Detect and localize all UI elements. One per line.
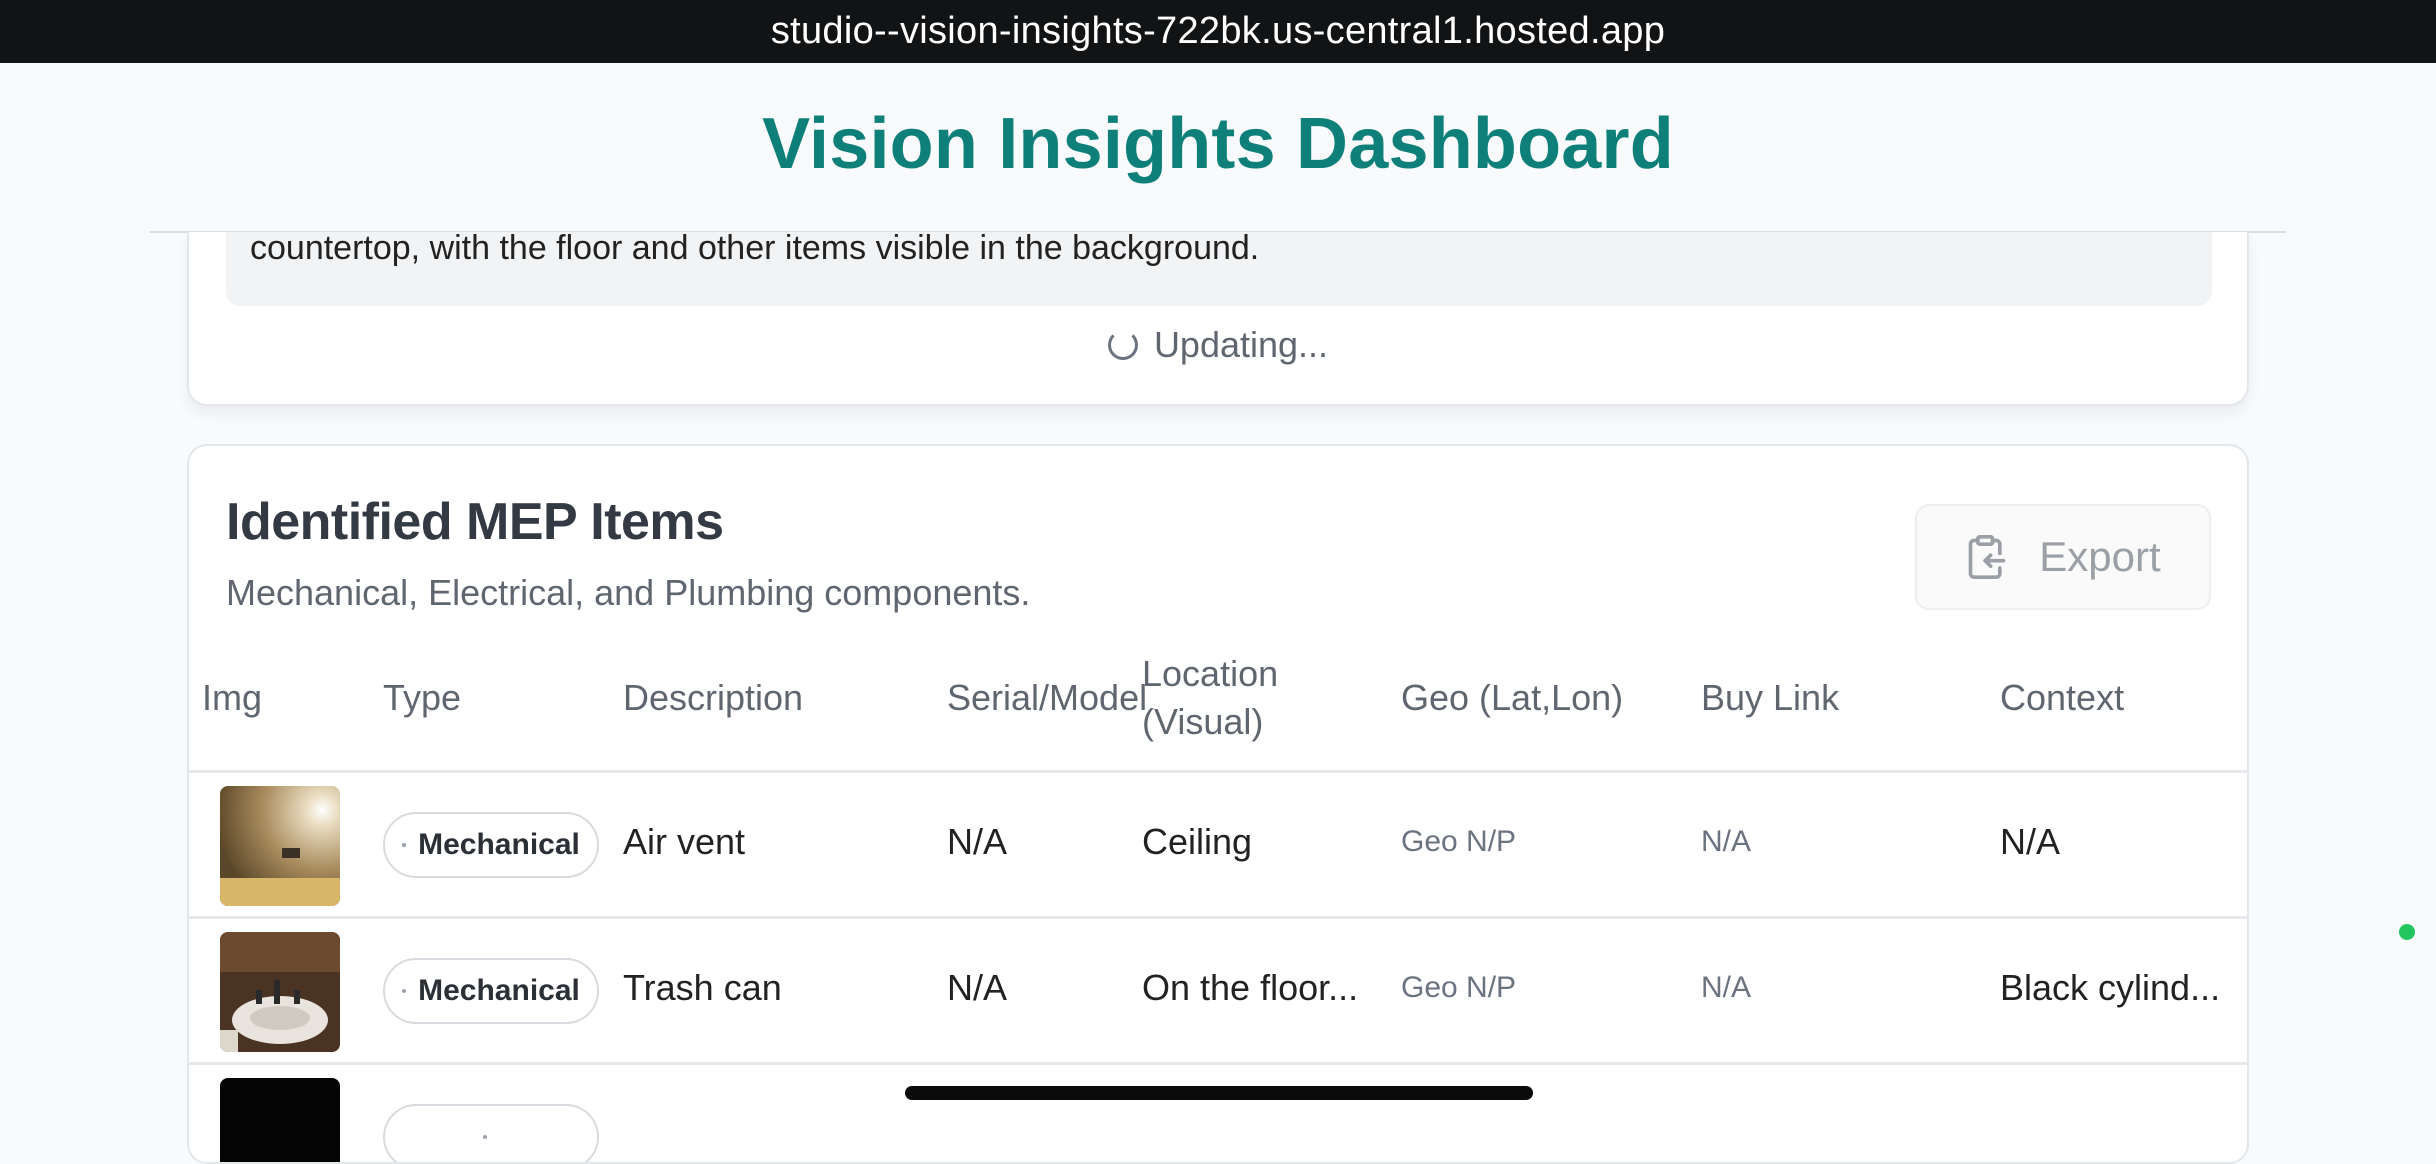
item-thumbnail[interactable]: [220, 932, 340, 1052]
table-row[interactable]: [189, 1065, 2247, 1162]
section-subtitle: Mechanical, Electrical, and Plumbing com…: [226, 572, 1031, 613]
col-header-location-line1: Location: [1142, 653, 1279, 694]
context-cell: Black cylind...: [2000, 967, 2221, 1008]
table-row[interactable]: Mechanical Air vent N/A Ceiling Geo N/P …: [189, 773, 2247, 919]
badge-dot-icon: [483, 1135, 487, 1139]
item-thumbnail[interactable]: [220, 786, 340, 906]
updating-status: Updating...: [189, 324, 2247, 366]
scene-description-text: countertop, with the floor and other ite…: [250, 229, 1260, 267]
location-cell: On the floor...: [1142, 967, 1359, 1008]
col-header-location-line2: (Visual): [1142, 701, 1264, 742]
app-header: Vision Insights Dashboard: [0, 63, 2436, 233]
updating-label: Updating...: [1153, 324, 1329, 365]
buy-link-cell: N/A: [1701, 971, 1752, 1004]
col-header-buy-link[interactable]: Buy Link: [1701, 674, 1839, 722]
air-vent-photo-icon: [220, 786, 340, 906]
type-badge: Mechanical: [383, 812, 599, 878]
type-label: Mechanical: [418, 828, 580, 861]
item-thumbnail[interactable]: [220, 1078, 340, 1162]
col-header-description[interactable]: Description: [623, 674, 803, 722]
mep-items-card: Identified MEP Items Mechanical, Electri…: [187, 444, 2249, 1164]
export-button[interactable]: Export: [1915, 504, 2211, 610]
serial-cell: N/A: [947, 821, 1008, 862]
spinner-icon: [1107, 330, 1138, 360]
clipboard-icon: [1968, 535, 2006, 579]
location-cell: Ceiling: [1142, 821, 1253, 862]
col-header-serial[interactable]: Serial/Model: [947, 674, 1147, 722]
page-title: Vision Insights Dashboard: [762, 104, 1674, 184]
home-indicator[interactable]: [905, 1086, 1533, 1100]
description-cell: Air vent: [623, 821, 746, 862]
status-indicator-dot: [2399, 924, 2415, 940]
type-label: Mechanical: [418, 974, 580, 1007]
section-title: Identified MEP Items: [226, 493, 724, 551]
type-badge: [383, 1104, 599, 1162]
col-header-geo[interactable]: Geo (Lat,Lon): [1401, 674, 1623, 722]
export-label: Export: [2039, 533, 2161, 580]
scene-description-box: countertop, with the floor and other ite…: [226, 229, 2212, 306]
geo-cell: Geo N/P: [1401, 971, 1517, 1004]
url-text: studio--vision-insights-722bk.us-central…: [770, 10, 1666, 52]
scene-summary-card: countertop, with the floor and other ite…: [187, 229, 2249, 406]
buy-link-cell: N/A: [1701, 825, 1752, 858]
col-header-type[interactable]: Type: [383, 674, 461, 722]
context-cell: N/A: [2000, 821, 2061, 862]
col-header-img[interactable]: Img: [202, 674, 262, 722]
browser-url-bar[interactable]: studio--vision-insights-722bk.us-central…: [0, 0, 2436, 63]
type-badge: Mechanical: [383, 958, 599, 1024]
description-cell: Trash can: [623, 967, 782, 1008]
badge-dot-icon: [402, 989, 407, 993]
badge-dot-icon: [402, 843, 407, 847]
col-header-location[interactable]: Location (Visual): [1142, 650, 1278, 746]
geo-cell: Geo N/P: [1401, 825, 1517, 858]
serial-cell: N/A: [947, 967, 1008, 1008]
sink-photo-icon: [220, 932, 340, 1052]
table-row[interactable]: Mechanical Trash can N/A On the floor...…: [189, 919, 2247, 1065]
col-header-context[interactable]: Context: [2000, 674, 2124, 722]
